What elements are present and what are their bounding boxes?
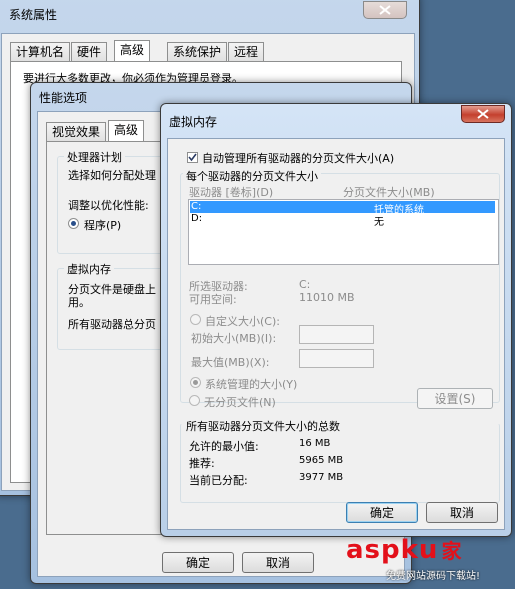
- watermark-slogan: 免费网站源码下载站!: [386, 571, 481, 582]
- allocated-label: 当前已分配:: [189, 474, 248, 487]
- drive-row[interactable]: D: 无: [190, 213, 495, 228]
- max-size-input[interactable]: [299, 349, 374, 368]
- free-space-value: 11010 MB: [299, 291, 355, 304]
- system-managed-label: 系统管理的大小(Y): [205, 378, 298, 391]
- watermark-brand-text: aspku: [346, 535, 439, 565]
- vm-total-text: 所有驱动器总分页: [68, 318, 156, 331]
- no-paging-radio[interactable]: [189, 395, 200, 406]
- tab-hardware[interactable]: 硬件: [71, 42, 108, 61]
- tab-visual-effects[interactable]: 视觉效果: [46, 122, 107, 141]
- tab-computer-name[interactable]: 计算机名: [10, 42, 71, 61]
- totals-group: 所有驱动器分页文件大小的总数 允许的最小值: 16 MB 推荐: 5965 MB…: [180, 418, 500, 503]
- vm-desc-line2: 用。: [68, 296, 90, 309]
- programs-radio-label: 程序(P): [84, 219, 122, 232]
- virtual-memory-title-bar: 虚拟内存: [169, 115, 218, 129]
- set-button[interactable]: 设置(S): [417, 388, 493, 409]
- adjust-performance-label: 调整以优化性能:: [68, 199, 149, 212]
- performance-ok-button[interactable]: 确定: [162, 552, 234, 573]
- system-properties-title: 系统属性: [9, 8, 58, 22]
- virtual-memory-title: 虚拟内存: [64, 261, 114, 277]
- custom-size-radio[interactable]: [190, 314, 201, 325]
- selected-drive-value: C:: [299, 278, 311, 291]
- system-properties-close-button[interactable]: [363, 1, 407, 19]
- close-icon: [379, 5, 391, 15]
- drive-letter: D:: [191, 213, 203, 224]
- min-allowed-value: 16 MB: [299, 438, 331, 449]
- system-properties-tabstrip: 计算机名 硬件 高级 系统保护 远程: [10, 40, 400, 62]
- tab-advanced-perf[interactable]: 高级: [108, 120, 145, 141]
- auto-manage-checkbox[interactable]: [187, 152, 198, 163]
- checkmark-icon: [188, 153, 197, 162]
- processor-desc-text: 选择如何分配处理: [68, 169, 156, 182]
- virtual-memory-client: 自动管理所有驱动器的分页文件大小(A) 每个驱动器的分页文件大小 驱动器 [卷标…: [167, 138, 505, 530]
- watermark-brand-suffix: 家: [441, 539, 462, 563]
- performance-cancel-button[interactable]: 取消: [242, 552, 314, 573]
- drive-list[interactable]: C: 托管的系统 D: 无: [188, 199, 499, 265]
- col-drive-header: 驱动器 [卷标](D): [189, 186, 274, 199]
- performance-options-title: 性能选项: [39, 91, 88, 105]
- vm-cancel-button[interactable]: 取消: [426, 502, 498, 523]
- custom-size-label: 自定义大小(C):: [205, 315, 280, 328]
- drive-size: 无: [374, 217, 384, 228]
- initial-size-input[interactable]: [299, 325, 374, 344]
- aspku-watermark: aspku 家 免费网站源码下载站!: [346, 535, 514, 587]
- col-size-header: 分页文件大小(MB): [343, 186, 435, 199]
- watermark-brand: aspku 家: [346, 535, 461, 565]
- system-managed-radio[interactable]: [190, 377, 201, 388]
- drive-row[interactable]: C: 托管的系统: [190, 201, 495, 216]
- processor-scheduling-title: 处理器计划: [64, 149, 125, 165]
- recommended-label: 推荐:: [189, 457, 215, 470]
- close-icon: [477, 109, 489, 119]
- recommended-value: 5965 MB: [299, 455, 344, 466]
- initial-size-label: 初始大小(MB)(I):: [191, 332, 277, 345]
- max-size-label: 最大值(MB)(X):: [191, 356, 270, 369]
- auto-manage-label: 自动管理所有驱动器的分页文件大小(A): [202, 152, 395, 165]
- tab-advanced[interactable]: 高级: [114, 40, 151, 61]
- vm-ok-button[interactable]: 确定: [346, 502, 418, 523]
- programs-radio[interactable]: [68, 218, 79, 229]
- free-space-label: 可用空间:: [189, 293, 237, 306]
- no-paging-label: 无分页文件(N): [204, 396, 276, 409]
- tab-remote[interactable]: 远程: [228, 42, 265, 61]
- per-drive-group: 每个驱动器的分页文件大小 驱动器 [卷标](D) 分页文件大小(MB) C: 托…: [180, 168, 500, 403]
- virtual-memory-close-button[interactable]: [461, 105, 505, 123]
- drive-letter: C:: [191, 201, 202, 212]
- tab-system-protection[interactable]: 系统保护: [167, 42, 228, 61]
- per-drive-group-title: 每个驱动器的分页文件大小: [183, 168, 321, 184]
- totals-group-title: 所有驱动器分页文件大小的总数: [183, 418, 343, 434]
- allocated-value: 3977 MB: [299, 472, 344, 483]
- min-allowed-label: 允许的最小值:: [189, 440, 259, 453]
- virtual-memory-window: 虚拟内存 自动管理所有驱动器的分页文件大小(A) 每个驱动器的分页文件大小 驱动…: [160, 103, 512, 537]
